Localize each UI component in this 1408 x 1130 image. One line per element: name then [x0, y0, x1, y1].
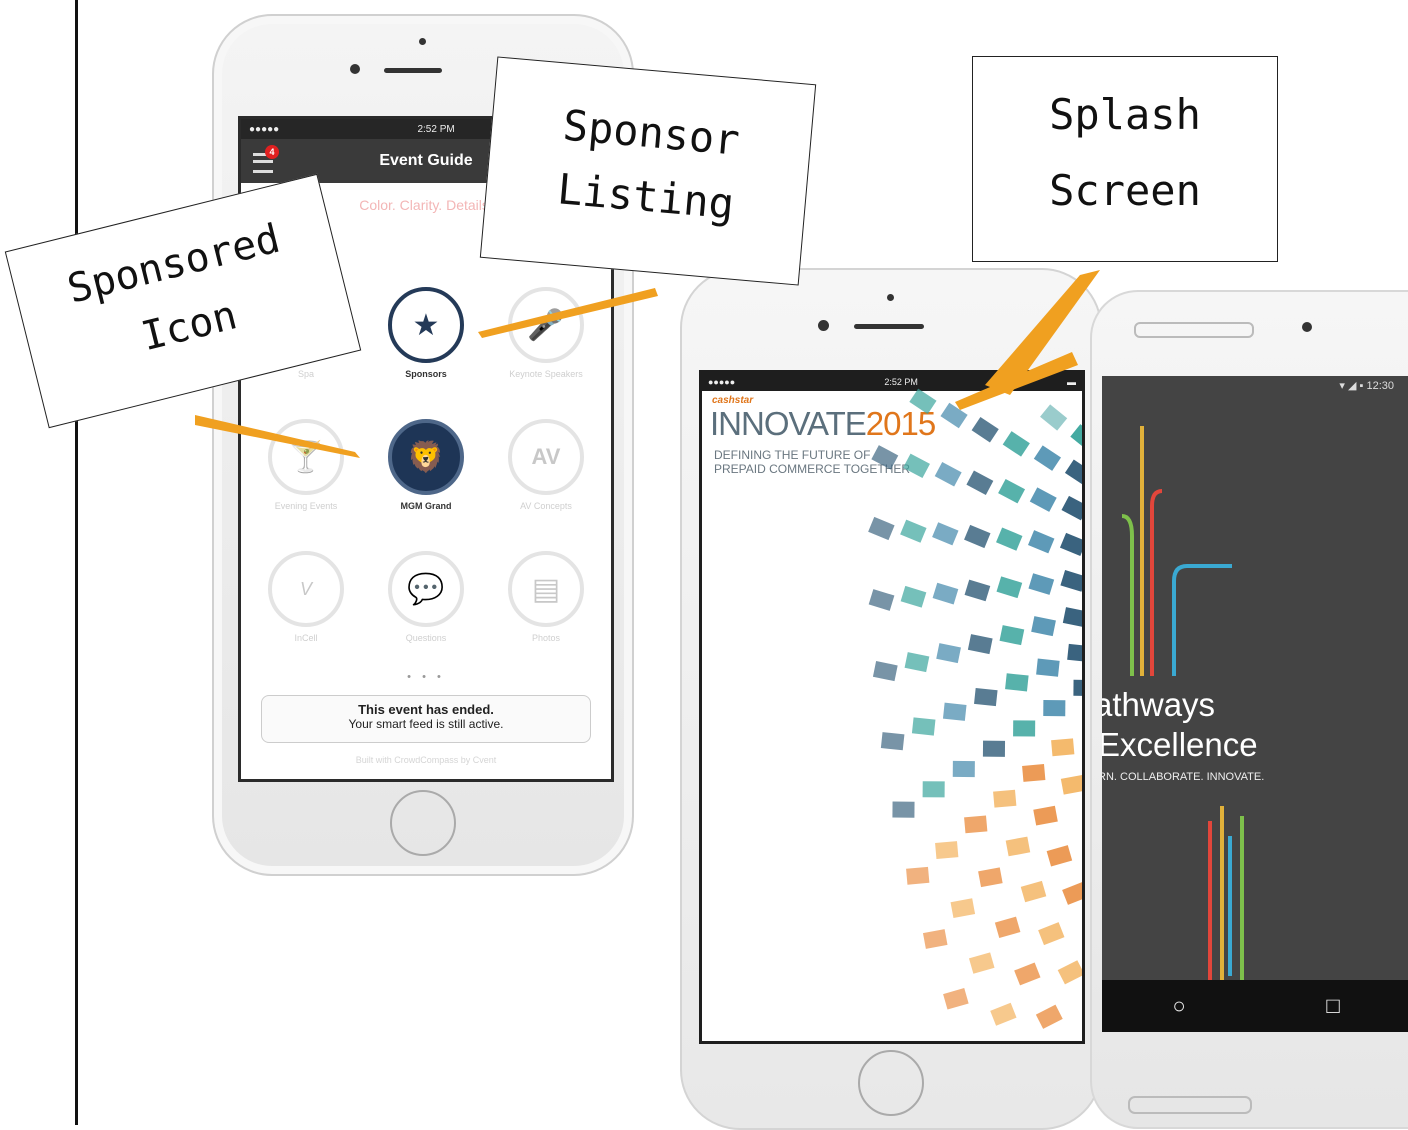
callout-sponsor-listing: Sponsor Listing	[479, 56, 817, 286]
callout-line-2: Screen	[1049, 166, 1201, 215]
callout-line-1: Splash	[1049, 90, 1201, 139]
callout-splash-screen: Splash Screen	[972, 56, 1278, 262]
arrow-sponsor-listing	[478, 288, 658, 338]
arrow-sponsored-icon	[195, 415, 360, 458]
